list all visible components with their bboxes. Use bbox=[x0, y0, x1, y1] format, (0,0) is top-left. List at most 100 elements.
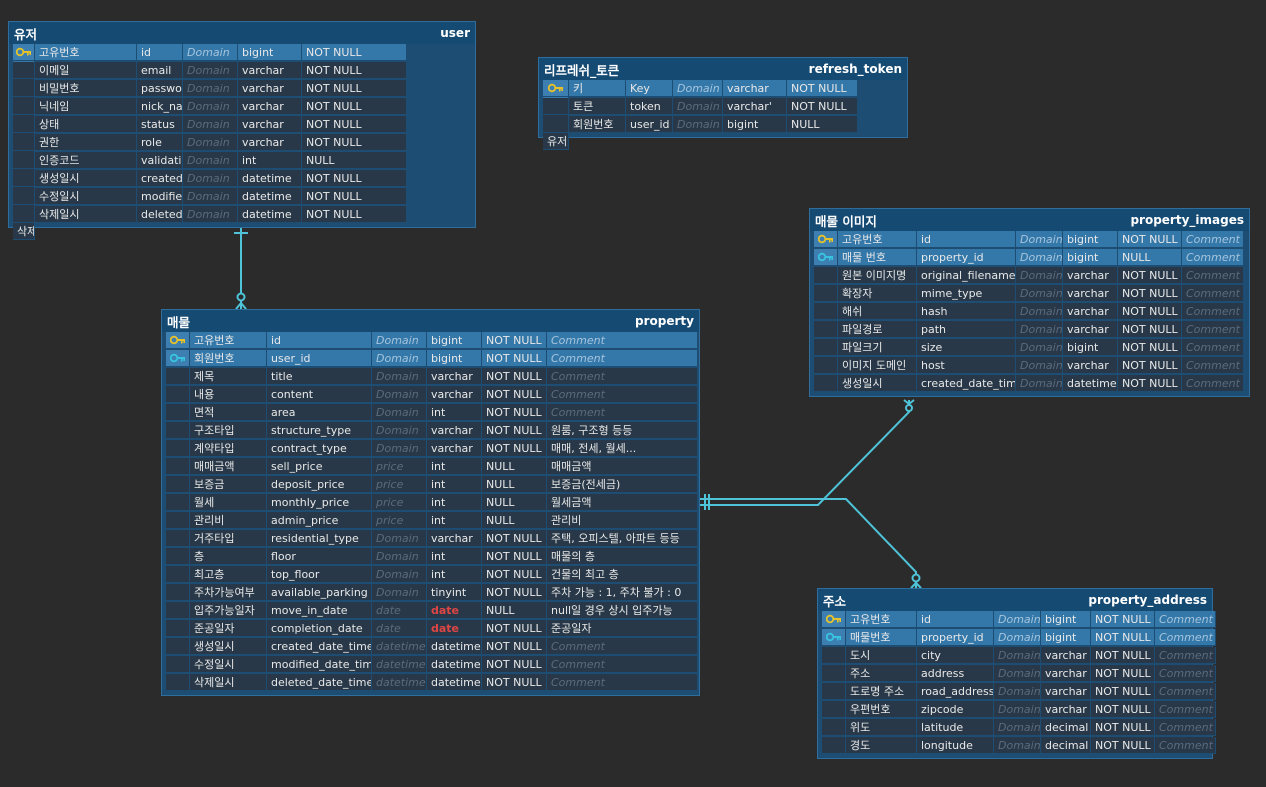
column-data-type[interactable]: datetime bbox=[238, 206, 302, 223]
column-nullable[interactable]: NOT NULL bbox=[1091, 611, 1155, 628]
table-row[interactable]: 원본 이미지명 original_filename Domain varchar NOT… bbox=[814, 267, 1245, 285]
column-comment[interactable]: Comment bbox=[547, 674, 698, 691]
column-data-type[interactable]: int bbox=[427, 476, 482, 493]
column-nullable[interactable]: NOT NULL bbox=[482, 674, 547, 691]
column-comment[interactable]: 건물의 최고 층 bbox=[547, 566, 698, 583]
table-row[interactable]: 관리비 admin_price price int NULL 관리비 bbox=[166, 512, 698, 530]
column-logical-name[interactable]: 상태 bbox=[35, 116, 137, 133]
entity-header[interactable]: 유저 user bbox=[9, 22, 475, 44]
column-nullable[interactable]: NOT NULL bbox=[302, 134, 407, 151]
column-logical-name[interactable]: 파일크기 bbox=[838, 339, 917, 356]
table-row[interactable]: 회원번호user_idDomainbigintNULL 유저 아이디 bbox=[543, 116, 903, 150]
table-row[interactable]: 매매금액 sell_price price int NULL 매매금액 bbox=[166, 458, 698, 476]
column-comment[interactable]: 준공일자 bbox=[547, 620, 698, 637]
table-row[interactable]: 이메일emailDomainvarcharNOT NULLComment bbox=[13, 62, 471, 96]
column-comment[interactable]: Comment bbox=[1155, 737, 1216, 754]
column-logical-name[interactable]: 위도 bbox=[846, 719, 917, 736]
column-data-type[interactable]: int bbox=[427, 548, 482, 565]
column-physical-name[interactable]: structure_type bbox=[267, 422, 372, 439]
column-domain[interactable]: Domain bbox=[183, 98, 238, 115]
table-row[interactable]: 입주가능일자 move_in_date date date NULL null일 경우 상… bbox=[166, 602, 698, 620]
column-domain[interactable]: Domain bbox=[183, 188, 238, 205]
column-logical-name[interactable]: 최고층 bbox=[190, 566, 267, 583]
column-comment[interactable]: Comment bbox=[1155, 665, 1216, 682]
column-data-type[interactable]: varchar bbox=[1041, 683, 1091, 700]
table-row[interactable]: 토큰tokenDomainvarchar'NOT NULLComment bbox=[543, 98, 903, 132]
column-domain[interactable]: price bbox=[372, 476, 427, 493]
column-comment[interactable]: Comment bbox=[547, 656, 698, 673]
column-physical-name[interactable]: email bbox=[137, 62, 183, 79]
table-row[interactable]: 인증코드validation_codeDomainintNULL비밀번호 인증코… bbox=[13, 152, 471, 186]
column-physical-name[interactable]: id bbox=[917, 611, 994, 628]
entity-refresh-token[interactable]: 리프레쉬_토큰 refresh_token 키 Key Domain varchar N… bbox=[538, 57, 908, 150]
column-logical-name[interactable]: 생성일시 bbox=[190, 638, 267, 655]
column-nullable[interactable]: NOT NULL bbox=[482, 332, 547, 349]
column-comment[interactable]: 주택, 오피스텔, 아파트 등등 bbox=[547, 530, 698, 547]
column-nullable[interactable]: NULL bbox=[302, 152, 407, 169]
column-data-type[interactable]: varchar bbox=[1063, 321, 1118, 338]
column-domain[interactable]: Domain bbox=[994, 665, 1041, 682]
table-row[interactable]: 회원번호 user_id Domain bigint NOT NULL Comment bbox=[166, 350, 698, 368]
column-logical-name[interactable]: 매매금액 bbox=[190, 458, 267, 475]
column-data-type[interactable]: int bbox=[427, 458, 482, 475]
column-logical-name[interactable]: 내용 bbox=[190, 386, 267, 403]
column-nullable[interactable]: NOT NULL bbox=[302, 188, 407, 205]
column-nullable[interactable]: NOT NULL bbox=[482, 584, 547, 601]
column-comment[interactable]: Comment bbox=[1155, 611, 1216, 628]
table-row[interactable]: 우편번호 zipcode Domain varchar NOT NULL Comment bbox=[822, 701, 1216, 719]
column-nullable[interactable]: NULL bbox=[482, 512, 547, 529]
column-physical-name[interactable]: id bbox=[137, 44, 183, 61]
column-physical-name[interactable]: sell_price bbox=[267, 458, 372, 475]
column-logical-name[interactable]: 확장자 bbox=[838, 285, 917, 302]
column-domain[interactable]: Domain bbox=[372, 422, 427, 439]
column-comment[interactable]: Comment bbox=[1182, 339, 1244, 356]
column-logical-name[interactable]: 이미지 도메인 bbox=[838, 357, 917, 374]
column-data-type[interactable]: varchar bbox=[238, 62, 302, 79]
column-physical-name[interactable]: content bbox=[267, 386, 372, 403]
column-data-type[interactable]: varchar bbox=[427, 368, 482, 385]
entity-header[interactable]: 매물 이미지 property_images bbox=[810, 209, 1249, 231]
table-row[interactable]: 준공일자 completion_date date date NOT NULL 준공일자 bbox=[166, 620, 698, 638]
column-data-type[interactable]: varchar bbox=[427, 422, 482, 439]
column-data-type[interactable]: bigint bbox=[427, 332, 482, 349]
column-physical-name[interactable]: area bbox=[267, 404, 372, 421]
column-nullable[interactable]: NOT NULL bbox=[1118, 303, 1182, 320]
entity-user[interactable]: 유저 user 고유번호idDomainbigintNOT NULLCommen… bbox=[8, 21, 476, 240]
column-logical-name[interactable]: 파일경로 bbox=[838, 321, 917, 338]
column-comment[interactable]: Comment bbox=[1155, 647, 1216, 664]
column-comment[interactable]: Comment bbox=[1182, 285, 1244, 302]
table-row[interactable]: 경도 longitude Domain decimal NOT NULL Comment bbox=[822, 737, 1216, 755]
column-nullable[interactable]: NOT NULL bbox=[302, 170, 407, 187]
column-data-type[interactable]: date bbox=[427, 602, 482, 619]
column-nullable[interactable]: NOT NULL bbox=[1091, 629, 1155, 646]
column-domain[interactable]: Domain bbox=[994, 737, 1041, 754]
column-nullable[interactable]: NOT NULL bbox=[1091, 701, 1155, 718]
column-data-type[interactable]: varchar bbox=[427, 530, 482, 547]
column-physical-name[interactable]: road_address bbox=[917, 683, 994, 700]
column-data-type[interactable]: decimal bbox=[1041, 737, 1091, 754]
column-domain[interactable]: Domain bbox=[1016, 231, 1063, 248]
table-row[interactable]: 파일경로 path Domain varchar NOT NULL Comment bbox=[814, 321, 1245, 339]
column-nullable[interactable]: NOT NULL bbox=[1091, 719, 1155, 736]
column-nullable[interactable]: NOT NULL bbox=[482, 386, 547, 403]
column-data-type[interactable]: datetime bbox=[238, 170, 302, 187]
column-nullable[interactable]: NOT NULL bbox=[1091, 647, 1155, 664]
table-row[interactable]: 닉네임nick_nameDomainvarcharNOT NULLComment bbox=[13, 98, 471, 132]
column-logical-name[interactable]: 층 bbox=[190, 548, 267, 565]
column-nullable[interactable]: NOT NULL bbox=[482, 566, 547, 583]
table-row[interactable]: 생성일시created_date_timeDomaindatetimeNOT N… bbox=[13, 170, 471, 204]
entity-header[interactable]: 주소 property_address bbox=[818, 589, 1212, 611]
column-physical-name[interactable]: Key bbox=[626, 80, 673, 97]
column-physical-name[interactable]: path bbox=[917, 321, 1016, 338]
column-logical-name[interactable]: 삭제일시 bbox=[35, 206, 137, 223]
column-physical-name[interactable]: property_id bbox=[917, 249, 1016, 266]
column-domain[interactable]: Domain bbox=[372, 566, 427, 583]
column-domain[interactable]: price bbox=[372, 458, 427, 475]
column-comment[interactable]: Comment bbox=[1182, 357, 1244, 374]
column-logical-name[interactable]: 고유번호 bbox=[846, 611, 917, 628]
column-physical-name[interactable]: move_in_date bbox=[267, 602, 372, 619]
column-logical-name[interactable]: 보증금 bbox=[190, 476, 267, 493]
table-row[interactable]: 파일크기 size Domain bigint NOT NULL Comment bbox=[814, 339, 1245, 357]
column-domain[interactable]: Domain bbox=[183, 80, 238, 97]
entity-header[interactable]: 매물 property bbox=[162, 310, 699, 332]
